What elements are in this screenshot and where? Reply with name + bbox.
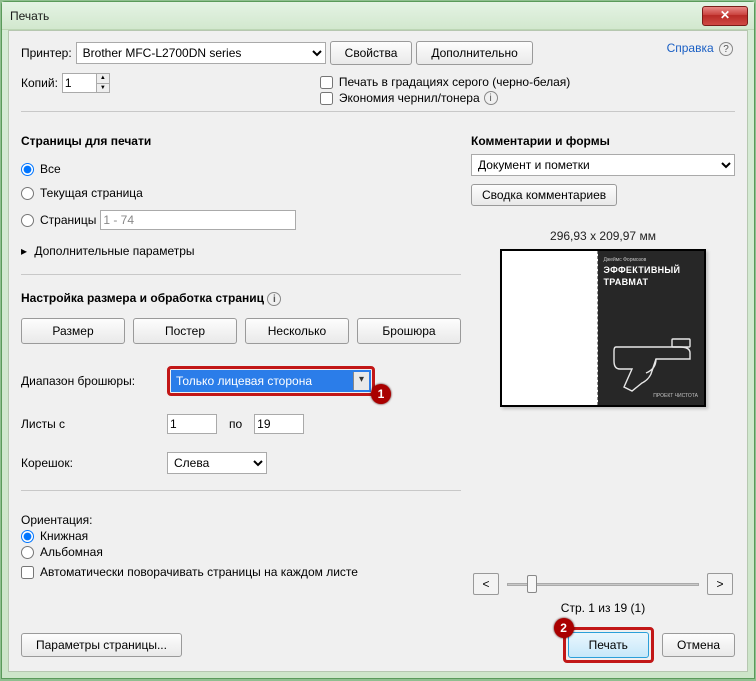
preview-nav: < >: [471, 569, 735, 599]
printer-select[interactable]: Brother MFC-L2700DN series: [76, 42, 326, 64]
preview-dimensions: 296,93 x 209,97 мм: [550, 229, 656, 243]
comments-select[interactable]: Документ и пометки: [471, 154, 735, 176]
orientation-group: Ориентация: Книжная Альбомная Автоматиче…: [21, 513, 461, 581]
pages-range-radio[interactable]: [21, 214, 34, 227]
separator: [21, 490, 461, 491]
copies-options-row: Копий: ▲ ▼ Печать в градациях серого (че…: [21, 73, 735, 107]
copies-input[interactable]: [62, 73, 96, 93]
chevron-down-icon: ▾: [353, 372, 369, 390]
spinner-buttons[interactable]: ▲ ▼: [96, 73, 110, 93]
preview-left-page: [502, 251, 598, 405]
cover-title-2: ТРАВМАТ: [604, 277, 699, 287]
cover-title-1: ЭФФЕКТИВНЫЙ: [604, 265, 699, 275]
pages-range-label: Страницы: [40, 213, 96, 227]
separator: [21, 111, 735, 112]
prev-page-button[interactable]: <: [473, 573, 499, 595]
copies-label: Копий:: [21, 76, 58, 90]
landscape-label: Альбомная: [40, 545, 103, 559]
sheets-row: Листы с по: [21, 414, 461, 434]
ink-saver-label: Экономия чернил/тонера: [339, 91, 480, 105]
advanced-button[interactable]: Дополнительно: [416, 41, 532, 65]
titlebar: Печать ✕: [2, 2, 754, 30]
bottom-bar: Параметры страницы... 2 Печать Отмена: [21, 623, 735, 663]
copies-spinner[interactable]: ▲ ▼: [62, 73, 110, 93]
page-preview: Джеймс Формозов ЭФФЕКТИВНЫЙ ТРАВМАТ: [500, 249, 706, 407]
portrait-label: Книжная: [40, 529, 88, 543]
pages-title: Страницы для печати: [21, 134, 461, 148]
multiple-button[interactable]: Несколько: [245, 318, 349, 344]
printer-row: Принтер: Brother MFC-L2700DN series Свой…: [21, 41, 735, 65]
separator: [21, 274, 461, 275]
booklet-range-row: Диапазон брошюры: Только лицевая сторона…: [21, 366, 461, 396]
comments-summary-button[interactable]: Сводка комментариев: [471, 184, 617, 206]
callout-1: 1: [371, 384, 391, 404]
sizing-title: Настройка размера и обработка страниц i: [21, 291, 461, 306]
pages-current-label: Текущая страница: [40, 186, 143, 200]
print-dialog-window: Печать ✕ Справка ? Принтер: Brother MFC-…: [1, 1, 755, 679]
info-icon: i: [267, 292, 281, 306]
copies-row: Копий: ▲ ▼: [21, 73, 110, 93]
info-icon: i: [484, 91, 498, 105]
sheets-label: Листы с: [21, 417, 161, 431]
autorotate-checkbox[interactable]: [21, 566, 34, 579]
sheets-from-input[interactable]: [167, 414, 217, 434]
close-button[interactable]: ✕: [702, 6, 748, 26]
grayscale-label: Печать в градациях серого (черно-белая): [339, 75, 570, 89]
properties-button[interactable]: Свойства: [330, 41, 413, 65]
next-page-button[interactable]: >: [707, 573, 733, 595]
booklet-range-label: Диапазон брошюры:: [21, 374, 161, 388]
sheets-to-label: по: [229, 417, 242, 431]
window-title: Печать: [10, 9, 702, 23]
right-column: Комментарии и формы Документ и пометки С…: [471, 130, 735, 615]
grayscale-checkbox[interactable]: [320, 76, 333, 89]
preview-area: 296,93 x 209,97 мм Джеймс Формозов ЭФФЕК…: [471, 214, 735, 569]
help-link[interactable]: Справка ?: [667, 41, 733, 56]
dialog-body: Справка ? Принтер: Brother MFC-L2700DN s…: [8, 30, 748, 672]
print-button[interactable]: Печать: [568, 632, 649, 658]
left-column: Страницы для печати Все Текущая страница…: [21, 130, 461, 615]
binding-row: Корешок: Слева: [21, 452, 461, 474]
gun-icon: [604, 287, 699, 393]
close-icon: ✕: [720, 8, 730, 22]
callout-2: 2: [554, 618, 574, 638]
portrait-radio[interactable]: [21, 530, 34, 543]
help-icon: ?: [719, 42, 733, 56]
spin-up-icon[interactable]: ▲: [96, 73, 110, 83]
spin-down-icon[interactable]: ▼: [96, 83, 110, 93]
cover-subtitle: ПРОЕКТ ЧИСТОТА: [604, 393, 699, 399]
preview-right-page: Джеймс Формозов ЭФФЕКТИВНЫЙ ТРАВМАТ: [598, 251, 705, 405]
sheets-to-input[interactable]: [254, 414, 304, 434]
zoom-slider[interactable]: [507, 573, 699, 595]
print-options: Печать в градациях серого (черно-белая) …: [320, 73, 570, 107]
booklet-range-select[interactable]: Только лицевая сторона ▾: [171, 370, 371, 392]
orientation-title: Ориентация:: [21, 513, 461, 527]
comments-title: Комментарии и формы: [471, 134, 735, 148]
callout-box-2: 2 Печать: [563, 627, 654, 663]
booklet-button[interactable]: Брошюра: [357, 318, 461, 344]
more-params-toggle[interactable]: ▸ Дополнительные параметры: [21, 244, 461, 258]
callout-box-1: Только лицевая сторона ▾: [167, 366, 375, 396]
binding-select[interactable]: Слева: [167, 452, 267, 474]
cancel-button[interactable]: Отмена: [662, 633, 735, 657]
chevron-right-icon: ▸: [21, 244, 27, 258]
main-columns: Страницы для печати Все Текущая страница…: [21, 130, 735, 615]
page-setup-button[interactable]: Параметры страницы...: [21, 633, 182, 657]
binding-label: Корешок:: [21, 456, 161, 470]
pages-all-label: Все: [40, 162, 61, 176]
printer-label: Принтер:: [21, 46, 72, 60]
page-indicator: Стр. 1 из 19 (1): [471, 601, 735, 615]
landscape-radio[interactable]: [21, 546, 34, 559]
pages-current-radio[interactable]: [21, 187, 34, 200]
pages-all-radio[interactable]: [21, 163, 34, 176]
sizing-buttons: Размер Постер Несколько Брошюра: [21, 318, 461, 344]
pages-range-input[interactable]: [100, 210, 296, 230]
ink-saver-checkbox[interactable]: [320, 92, 333, 105]
poster-button[interactable]: Постер: [133, 318, 237, 344]
cover-author: Джеймс Формозов: [604, 257, 699, 263]
size-button[interactable]: Размер: [21, 318, 125, 344]
slider-thumb[interactable]: [527, 575, 537, 593]
autorotate-label: Автоматически поворачивать страницы на к…: [40, 565, 358, 579]
